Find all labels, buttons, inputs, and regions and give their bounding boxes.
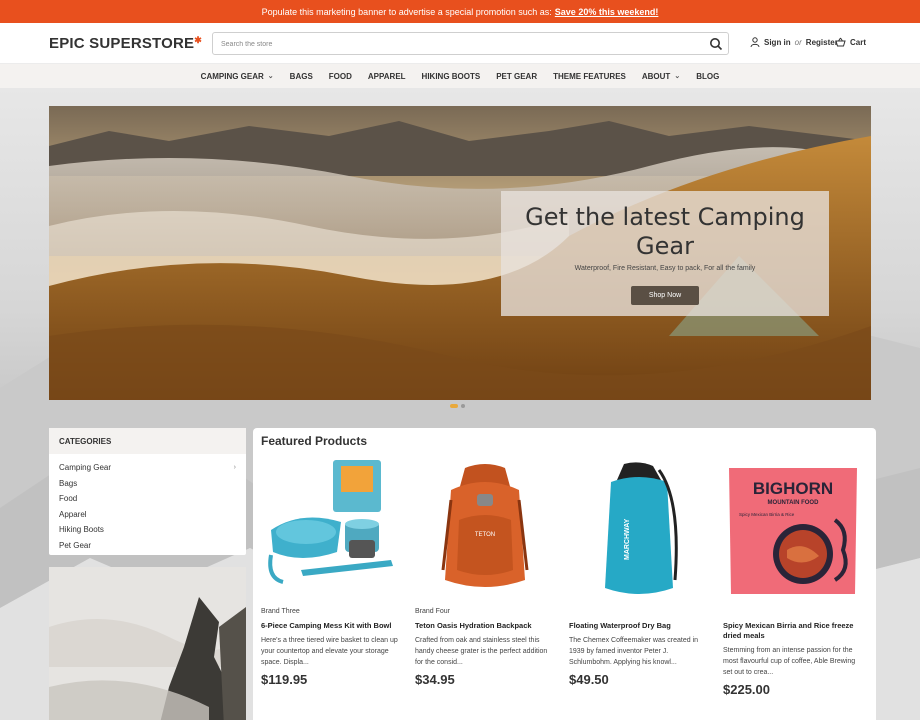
logo-text: EPIC SUPERSTORE xyxy=(49,35,195,52)
category-label: Hiking Boots xyxy=(59,525,104,535)
or-text: or xyxy=(794,37,802,47)
product-card[interactable]: Brand Three 6-Piece Camping Mess Kit wit… xyxy=(261,460,401,687)
product-brand xyxy=(569,608,709,617)
nav-item-apparel[interactable]: APPAREL xyxy=(368,72,406,81)
site-header: EPIC SUPERSTORE✱ Sign in or Register Car… xyxy=(0,23,920,64)
nav-item-theme-features[interactable]: THEME FEATURES xyxy=(553,72,626,81)
nav-label: BLOG xyxy=(696,71,720,81)
promo-text: Populate this marketing banner to advert… xyxy=(261,6,552,17)
food-brand-sublabel: MOUNTAIN FOOD xyxy=(768,500,820,506)
categories-list: Camping Gear › Bags Food Apparel Hiking B… xyxy=(49,454,246,559)
sidebar-promo-image[interactable] xyxy=(49,567,246,720)
product-image-dry-bag[interactable]: MARCHWAY xyxy=(569,460,709,600)
register-link[interactable]: Register xyxy=(806,38,838,47)
slider-dots xyxy=(450,404,465,408)
nav-label: PET GEAR xyxy=(496,71,538,81)
product-card[interactable]: MARCHWAY Floating Waterproof Dry Bag The… xyxy=(569,460,709,687)
cart-label: Cart xyxy=(850,37,867,47)
nav-label: BAGS xyxy=(289,71,313,81)
category-label: Bags xyxy=(59,478,78,488)
category-label: Apparel xyxy=(59,509,87,519)
categories-panel: CATEGORIES Camping Gear › Bags Food Appar… xyxy=(49,428,246,555)
product-image-mess-kit[interactable] xyxy=(261,460,401,600)
product-name[interactable]: Teton Oasis Hydration Backpack xyxy=(415,621,555,631)
store-logo[interactable]: EPIC SUPERSTORE✱ xyxy=(49,35,202,52)
hero-title: Get the latest Camping Gear xyxy=(525,203,805,260)
nav-item-camping-gear[interactable]: CAMPING GEAR ⌄ xyxy=(201,72,274,81)
chevron-right-icon: › xyxy=(233,464,236,472)
search-input[interactable] xyxy=(213,34,693,55)
nav-label: CAMPING GEAR xyxy=(200,71,264,81)
product-description: Stemming from an intense passion for the… xyxy=(723,647,856,676)
category-label: Camping Gear xyxy=(59,463,112,473)
slider-dot[interactable] xyxy=(461,404,465,408)
cart-basket-icon xyxy=(835,37,846,47)
backpack-brand-label: TETON xyxy=(475,532,495,538)
chevron-down-icon: ⌄ xyxy=(267,73,274,80)
product-brand: Brand Three xyxy=(261,608,300,615)
product-price: $119.95 xyxy=(261,672,308,687)
search-icon[interactable] xyxy=(709,37,723,51)
promo-link[interactable]: Save 20% this weekend! xyxy=(555,7,659,17)
nav-label: FOOD xyxy=(328,71,352,81)
nav-label: APPAREL xyxy=(367,71,406,81)
sign-in-link[interactable]: Sign in xyxy=(764,38,791,47)
nav-item-hiking-boots[interactable]: HIKING BOOTS xyxy=(422,72,481,81)
hero-slider: Get the latest Camping Gear Waterproof, … xyxy=(49,106,871,400)
featured-title: Featured Products xyxy=(261,434,368,448)
promo-banner: Populate this marketing banner to advert… xyxy=(0,0,920,23)
logo-star-icon: ✱ xyxy=(194,35,203,45)
slider-dot-active[interactable] xyxy=(450,404,458,408)
hero-subtitle: Waterproof, Fire Resistant, Easy to pack… xyxy=(574,265,756,272)
product-price: $225.00 xyxy=(723,682,770,697)
product-card[interactable]: BIGHORN MOUNTAIN FOOD Spicy Mexican Birr… xyxy=(723,460,863,697)
nav-label: THEME FEATURES xyxy=(553,71,626,81)
category-label: Food xyxy=(59,494,78,504)
product-image-freeze-dried-meal[interactable]: BIGHORN MOUNTAIN FOOD Spicy Mexican Birr… xyxy=(723,460,863,600)
categories-title: CATEGORIES xyxy=(49,428,246,454)
nav-label: ABOUT xyxy=(641,71,671,81)
product-price: $49.50 xyxy=(569,672,609,687)
chevron-down-icon: ⌄ xyxy=(674,73,681,80)
product-name[interactable]: Floating Waterproof Dry Bag xyxy=(569,621,709,631)
nav-item-blog[interactable]: BLOG xyxy=(696,72,719,81)
nav-item-pet-gear[interactable]: PET GEAR xyxy=(496,72,537,81)
category-item-pet-gear[interactable]: Pet Gear xyxy=(59,538,236,554)
main-nav: CAMPING GEAR ⌄ BAGS FOOD APPAREL HIKING B… xyxy=(0,64,920,88)
product-brand: Brand Four xyxy=(415,608,451,615)
product-name[interactable]: Spicy Mexican Birria and Rice freeze dri… xyxy=(723,621,863,641)
product-name[interactable]: 6-Piece Camping Mess Kit with Bowl xyxy=(261,621,401,631)
product-description: The Chemex Coffeemaker was created in 19… xyxy=(569,637,699,666)
category-label: Pet Gear xyxy=(59,540,92,550)
nav-label: HIKING BOOTS xyxy=(421,71,481,81)
user-icon xyxy=(750,37,760,47)
account-links: Sign in or Register xyxy=(750,37,838,47)
product-description: Here's a three tiered wire basket to cle… xyxy=(261,637,398,666)
product-description: Crafted from oak and stainless steel thi… xyxy=(415,637,548,666)
product-card[interactable]: TETON Brand Four Teton Oasis Hydration B… xyxy=(415,460,555,687)
hero-promo-card: Get the latest Camping Gear Waterproof, … xyxy=(501,191,829,316)
product-image-backpack[interactable]: TETON xyxy=(415,460,555,600)
search-bar xyxy=(212,32,729,55)
product-price: $34.95 xyxy=(415,672,455,687)
shop-now-button[interactable]: Shop Now xyxy=(630,286,700,305)
nav-item-about[interactable]: ABOUT ⌄ xyxy=(642,72,680,81)
product-brand xyxy=(723,608,863,617)
category-item-food[interactable]: Food xyxy=(59,491,236,507)
category-item-bags[interactable]: Bags xyxy=(59,476,236,492)
nav-item-bags[interactable]: BAGS xyxy=(290,72,313,81)
category-item-hiking-boots[interactable]: Hiking Boots xyxy=(59,522,236,538)
food-brand-label: BIGHORN xyxy=(753,479,833,498)
food-flavor-label: Spicy Mexican Birria & Rice xyxy=(739,512,795,517)
cart-link[interactable]: Cart xyxy=(835,37,866,47)
category-item-camping-gear[interactable]: Camping Gear › xyxy=(59,460,236,476)
category-item-apparel[interactable]: Apparel xyxy=(59,507,236,523)
dry-bag-brand-label: MARCHWAY xyxy=(624,518,631,560)
nav-item-food[interactable]: FOOD xyxy=(329,72,352,81)
featured-products-section: Featured Products Brand Three 6-Piece Ca… xyxy=(253,428,876,720)
